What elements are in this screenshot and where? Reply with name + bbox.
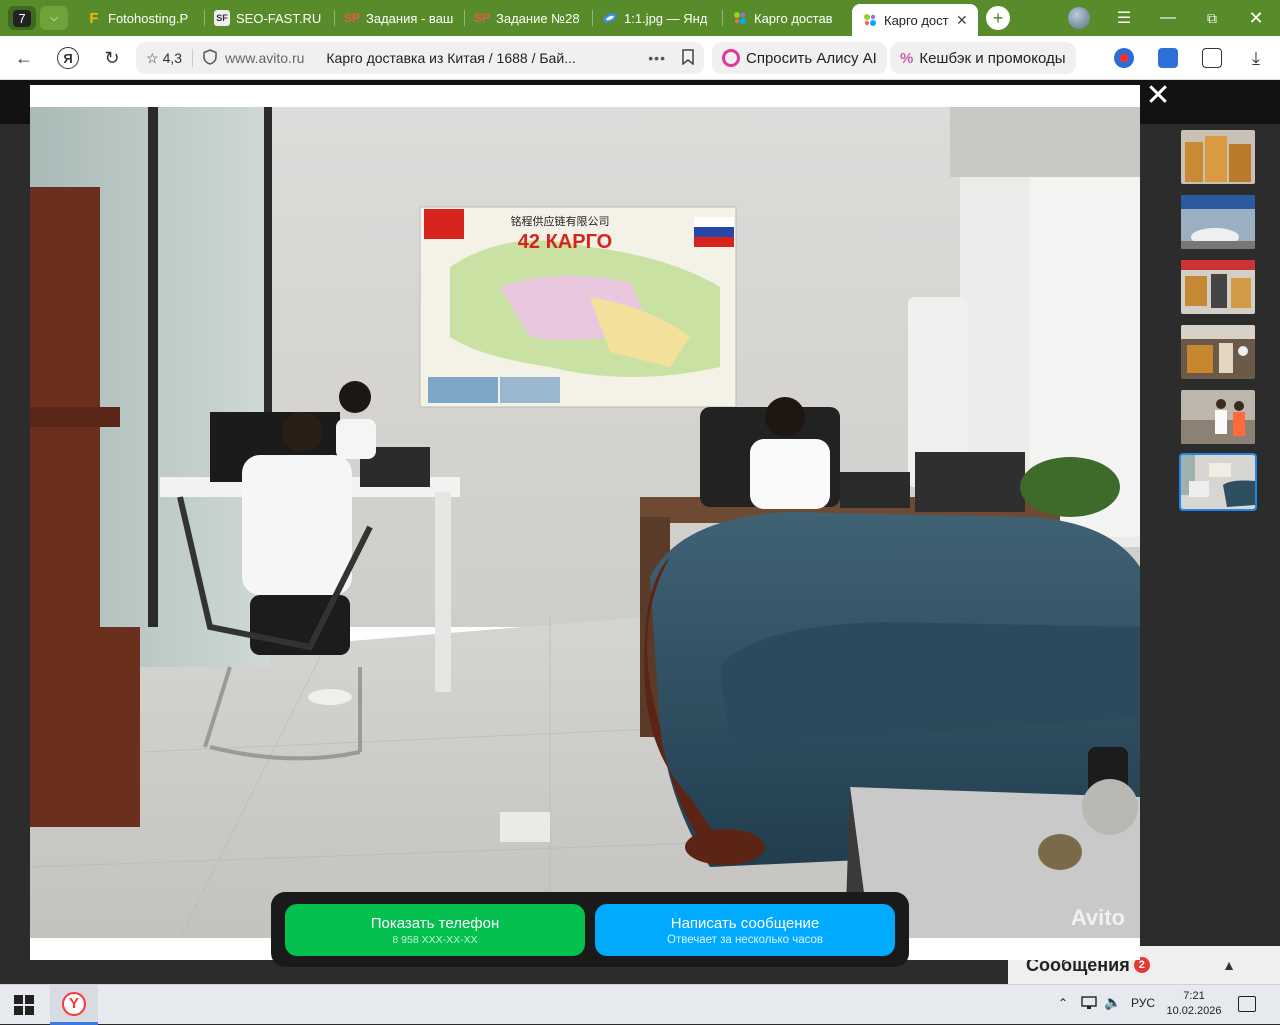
tab-separator — [464, 10, 465, 26]
seo-fast-favicon-icon: SF — [214, 10, 230, 26]
cashback-button[interactable]: % Кешбэк и промокоды — [890, 42, 1076, 74]
ask-alice-label: Спросить Алису AI — [746, 49, 877, 67]
chevron-up-icon[interactable]: ▲ — [1222, 957, 1236, 973]
clock-date: 10.02.2026 — [1166, 1005, 1222, 1017]
window-close-icon[interactable]: ✕ — [1236, 4, 1276, 32]
tab-list-chevron-icon[interactable]: ⌵ — [40, 6, 68, 30]
tab-seo-fast[interactable]: SF SEO-FAST.RU — [214, 4, 324, 32]
tab-counter-button[interactable]: 7 — [8, 6, 36, 30]
thumbnail-4[interactable] — [1181, 325, 1255, 379]
more-dots-icon[interactable]: ••• — [648, 50, 666, 66]
thumbnail-5[interactable] — [1181, 390, 1255, 444]
tab-separator — [334, 10, 335, 26]
tab-cargo-1[interactable]: Карго достав — [732, 4, 840, 32]
system-clock[interactable]: 7:21 10.02.2026 — [1160, 989, 1228, 1019]
cashback-label: Кешбэк и промокоды — [919, 49, 1066, 67]
tab-close-icon[interactable]: ✕ — [956, 12, 968, 29]
volume-icon[interactable]: 🔈 — [1104, 994, 1121, 1011]
tab-yandex-disk[interactable]: 1:1.jpg — Янд — [602, 4, 712, 32]
url-domain: www.avito.ru — [225, 50, 305, 66]
gallery-photo[interactable]: 铭程供应链有限公司 42 КАРГО Avito — [30, 107, 1140, 938]
clock-time: 7:21 — [1183, 990, 1205, 1002]
site-rating[interactable]: ☆ 4,3 — [146, 50, 182, 67]
map-title: 42 КАРГО — [518, 231, 612, 253]
tab-separator — [592, 10, 593, 26]
star-icon: ☆ — [146, 49, 159, 66]
back-arrow-icon[interactable]: ← — [12, 46, 36, 70]
response-time-note: Отвечает за несколько часов — [667, 933, 823, 946]
tab-count: 7 — [13, 9, 31, 27]
navigation-bar: ← Я ↻ ☆ 4,3 www.avito.ru Карго доставка … — [0, 36, 1280, 80]
profile-avatar[interactable] — [1068, 7, 1090, 29]
menu-hamburger-icon[interactable]: ☰ — [1104, 4, 1144, 32]
new-tab-plus-icon[interactable]: + — [986, 6, 1010, 30]
windows-start-icon[interactable] — [14, 995, 34, 1015]
show-phone-button[interactable]: Показать телефон 8 958 XXX-XX-XX — [285, 904, 585, 956]
taskbar-yandex-browser[interactable]: Y — [50, 985, 98, 1025]
bookmark-icon[interactable] — [682, 48, 694, 68]
thumbnail-2[interactable] — [1181, 195, 1255, 249]
alice-icon — [722, 49, 740, 67]
tab-title: SEO-FAST.RU — [236, 10, 322, 26]
restore-icon[interactable]: ⧉ — [1192, 4, 1232, 32]
tab-separator — [722, 10, 723, 26]
avito-favicon-icon — [862, 12, 878, 28]
collections-icon[interactable] — [1202, 48, 1222, 68]
tab-title: Задания - ваш — [366, 10, 454, 26]
fotohosting-favicon-icon: F — [89, 9, 99, 27]
yandex-logo-icon[interactable]: Я — [57, 47, 79, 69]
map-title-cn: 铭程供应链有限公司 — [511, 214, 610, 228]
ask-alice-button[interactable]: Спросить Алису AI — [712, 42, 887, 74]
security-shield-icon[interactable] — [203, 48, 217, 68]
windows-taskbar: Y ⌃ 🔈 РУС 7:21 10.02.2026 — [0, 984, 1280, 1025]
extension-translate-icon[interactable] — [1158, 48, 1178, 68]
extension-shield-icon[interactable] — [1114, 48, 1134, 68]
tab-separator — [204, 10, 205, 26]
write-message-label: Написать сообщение — [670, 914, 820, 932]
show-phone-label: Показать телефон — [370, 914, 500, 932]
minimize-icon[interactable]: — — [1148, 4, 1188, 32]
avito-watermark: Avito — [1071, 905, 1125, 930]
tab-cargo-active[interactable]: Карго дост ✕ — [852, 4, 978, 36]
tab-strip: 7 ⌵ F Fotohosting.P SF SEO-FAST.RU SP За… — [0, 0, 1280, 36]
tab-zadaniya[interactable]: SP Задания - ваш — [344, 4, 454, 32]
url-page-title: Карго доставка из Китая / 1688 / Бай... — [326, 50, 576, 66]
tab-title: Карго достав — [754, 10, 833, 26]
avito-favicon-icon — [732, 10, 748, 26]
tab-fotohosting[interactable]: F Fotohosting.P — [86, 4, 194, 32]
rating-value: 4,3 — [162, 50, 183, 66]
tab-zadanie-28[interactable]: SP Задание №28 — [474, 4, 582, 32]
omnibox-divider — [192, 49, 194, 67]
tab-title: Карго дост — [884, 12, 949, 28]
notifications-icon[interactable] — [1238, 996, 1256, 1012]
tray-chevron-up-icon[interactable]: ⌃ — [1058, 996, 1068, 1010]
tab-title: Задание №28 — [496, 10, 580, 26]
input-language[interactable]: РУС — [1131, 996, 1155, 1010]
write-message-button[interactable]: Написать сообщение Отвечает за несколько… — [595, 904, 895, 956]
percent-icon: % — [900, 49, 914, 67]
yandex-disk-favicon-icon — [602, 10, 618, 26]
tab-title: Fotohosting.P — [108, 10, 189, 26]
yandex-browser-icon: Y — [62, 991, 86, 1016]
sp-favicon-icon: SP — [474, 11, 491, 25]
address-bar[interactable]: ☆ 4,3 www.avito.ru Карго доставка из Кит… — [136, 42, 704, 74]
thumbnail-6-active[interactable] — [1179, 453, 1257, 511]
phone-number-masked: 8 958 XXX-XX-XX — [392, 933, 478, 946]
thumbnail-1[interactable] — [1181, 130, 1255, 184]
tab-title: 1:1.jpg — Янд — [624, 10, 708, 26]
contact-bar: Показать телефон 8 958 XXX-XX-XX Написат… — [271, 892, 909, 967]
reload-icon[interactable]: ↻ — [100, 46, 124, 70]
gallery-close-icon[interactable]: ✕ — [1145, 81, 1170, 111]
sp-favicon-icon: SP — [344, 11, 361, 25]
download-icon[interactable]: ⤓ — [1244, 46, 1268, 70]
network-icon[interactable] — [1081, 996, 1097, 1013]
thumbnail-3[interactable] — [1181, 260, 1255, 314]
